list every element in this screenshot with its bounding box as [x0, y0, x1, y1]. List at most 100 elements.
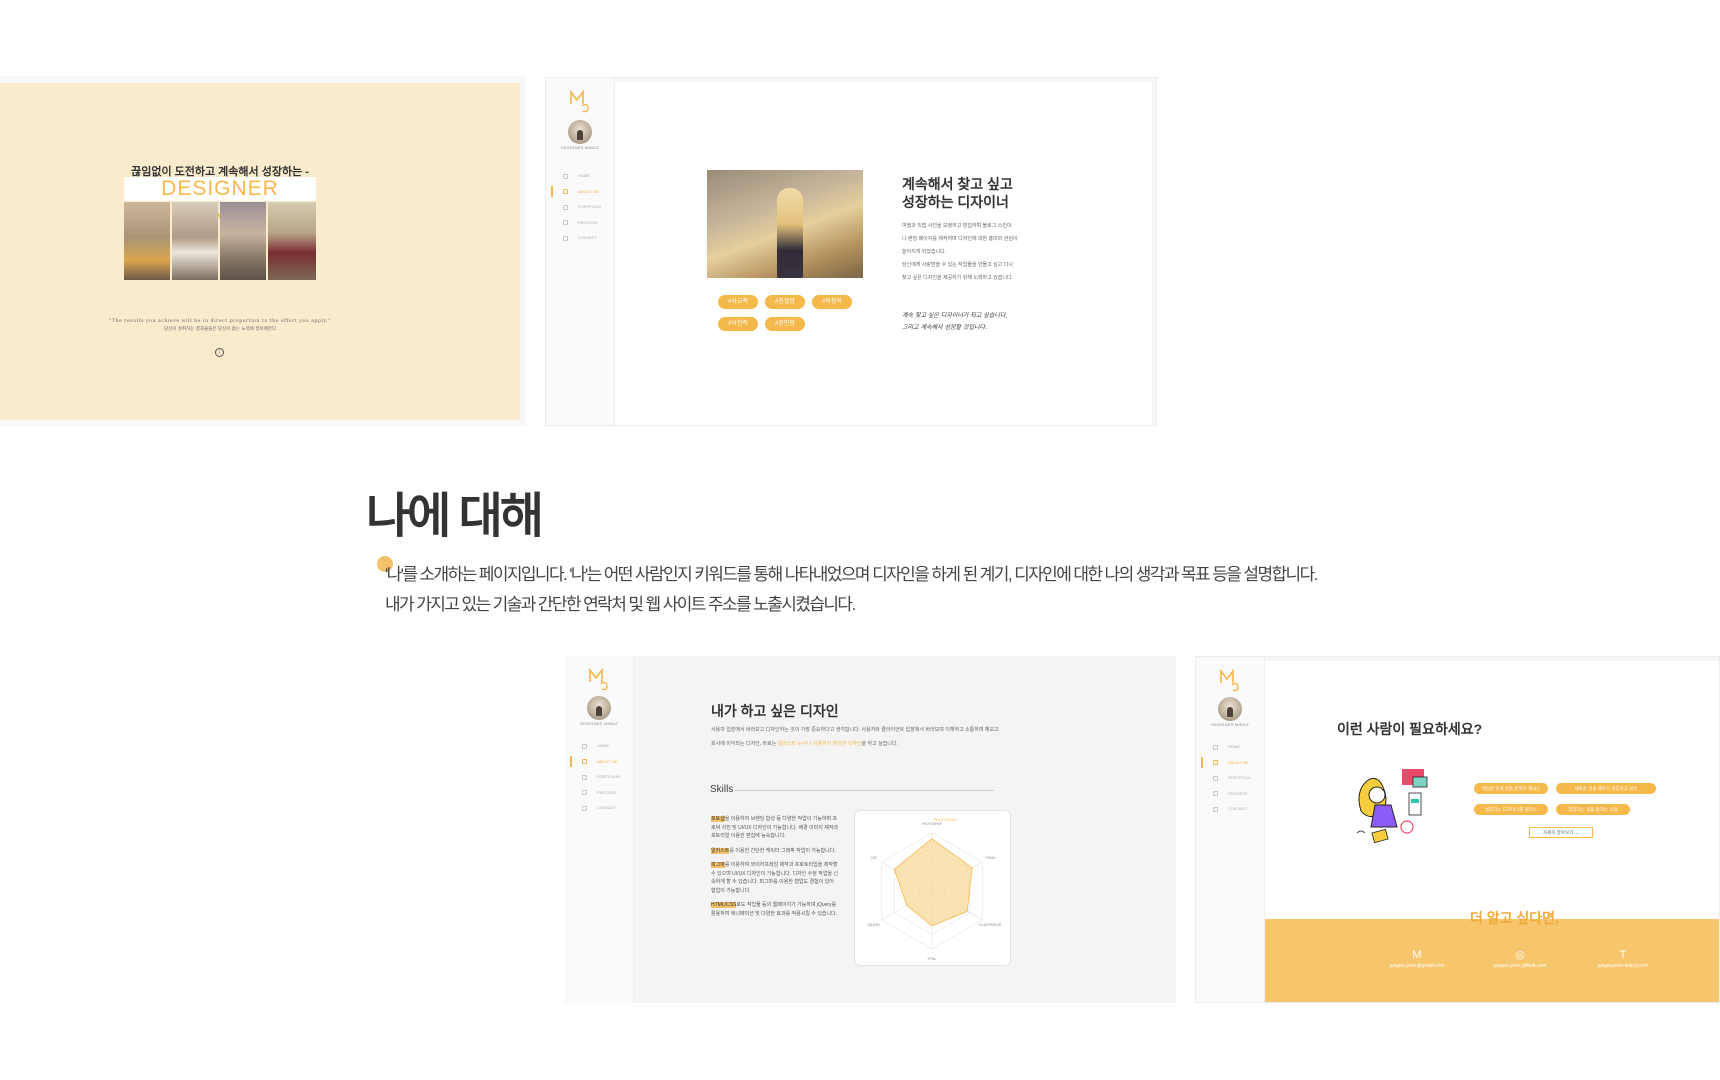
skill-text: 를 이용하여 와이어프레임 제작과 프로토타입을 제작할 수 있으며 UI/UX… [711, 862, 839, 894]
cover-panel: 끊임없이 도전하고 계속해서 성장하는 - DESIGNER MINGZ "Th… [0, 83, 520, 420]
contact-screen: DESIGNER MINGZ HOME ABOUT ME PORTFOLIO P… [1195, 656, 1720, 1003]
chat-icon [563, 204, 568, 210]
skill-name: 일러스트 [711, 847, 730, 854]
avatar [587, 696, 611, 720]
skill-text: 를 이용한 간단한 캐릭터 그래픽 작업이 가능합니다. [729, 847, 836, 854]
sidebar-item-label: CONTACT [578, 235, 598, 240]
about-title-line1: 계속해서 찾고 싶고 [902, 176, 1013, 192]
skill-item: 포토샵을 이용하여 브랜딩 합성 등 다양한 작업이 가능하며 프로덕 사진 및… [711, 815, 839, 841]
need-tag: 책임감 있게 일을 끝까지 해내는 [1474, 783, 1548, 794]
profile-photo-figure [777, 188, 803, 278]
design-desc-2-pre: 회사에 이익되는 디자인, 바로는 [711, 741, 778, 747]
contact-github[interactable]: ◎ jungsu-yoon.github.com [1465, 949, 1575, 969]
sidebar-item-process[interactable]: PROCESS [565, 785, 633, 801]
sidebar-item-label: PROCESS [597, 789, 617, 795]
sidebar-item-process[interactable]: PROCESS [546, 215, 614, 231]
sidebar-item-about[interactable]: ABOUT ME [565, 754, 633, 770]
sidebar-item-label: CONTACT [1228, 806, 1248, 811]
cover-brand: DESIGNER MINGZ [124, 177, 316, 224]
illustration [1356, 769, 1428, 844]
phone-icon [582, 805, 587, 811]
about-title-line2: 성장하는 디자이너 [902, 194, 1009, 210]
contact-tistory[interactable]: T jungsuyoon.tistory.com [1568, 949, 1678, 969]
contact-content: 이런 사람이 필요하세요? 책임감 있게 일을 끝까지 해내는 새로운 것을 배… [1265, 661, 1719, 1002]
signature-line1: 계속 찾고 싶은 디자이너가 되고 싶습니다, [902, 312, 1008, 319]
user-icon [563, 189, 568, 194]
cover-photo-3 [220, 202, 266, 280]
contact-mail[interactable]: M jungsu.yoon@gmail.com [1362, 949, 1472, 969]
cover-photo-4 [268, 202, 316, 280]
sidebar-item-contact[interactable]: CONTACT [546, 230, 614, 246]
design-desc-2: 회사에 이익되는 디자인, 바로는 일러스트 누구나 이용하기 편리한 디자인을… [711, 740, 898, 747]
profile-photo [707, 170, 863, 278]
user-icon [582, 759, 587, 764]
user-icon [1213, 760, 1218, 765]
grid-icon [1213, 791, 1218, 796]
radar-axis-label: PHOTOSHOP [922, 822, 942, 826]
sidebar-item-label: PORTFOLIO [597, 774, 621, 779]
sidebar-item-contact[interactable]: CONTACT [565, 800, 633, 816]
skills-title: Skills [710, 784, 734, 795]
mail-icon: M [1412, 949, 1422, 961]
logo-icon[interactable] [1218, 667, 1242, 693]
radar-axis-label: HTML [928, 957, 937, 961]
about-paragraph-line: 높아지게 되었습니다. [902, 249, 947, 255]
logo-icon[interactable] [568, 88, 592, 114]
about-content: #사교적 #친절함 #독창적 #낙천적 #완만함 계속해서 찾고 싶고 성장하는… [615, 82, 1152, 425]
contact-title: 이런 사람이 필요하세요? [1337, 721, 1483, 737]
sidebar-item-home[interactable]: HOME [565, 738, 633, 754]
cover-screen: 끊임없이 도전하고 계속해서 성장하는 - DESIGNER MINGZ "Th… [0, 76, 526, 426]
sidebar: DESIGNER MINGZ HOME ABOUT ME PORTFOLIO P… [546, 78, 615, 425]
sidebar-item-portfolio[interactable]: PORTFOLIO [546, 199, 614, 215]
sidebar-nav: HOME ABOUT ME PORTFOLIO PROCESS CONTACT [1196, 739, 1264, 817]
chat-icon [1213, 775, 1218, 781]
skill-item: 일러스트를 이용한 간단한 캐릭터 그래픽 작업이 가능합니다. [711, 847, 839, 856]
design-screen: DESIGNER MINGZ HOME ABOUT ME PORTFOLIO P… [565, 656, 1176, 1003]
more-button[interactable]: 자세히 알아보기 → [1529, 827, 1593, 838]
cover-photo-1 [124, 202, 170, 280]
phone-icon [563, 235, 568, 241]
skill-item: HTML/CSS로도 작업물 등의 웹페이지가 가능하며 jQuery를 활용하… [711, 901, 839, 918]
need-tag: 성장하는 디자이너를 원하는 [1474, 804, 1548, 815]
sidebar-item-about[interactable]: ABOUT ME [1196, 755, 1264, 771]
sidebar-item-portfolio[interactable]: PORTFOLIO [565, 769, 633, 785]
keyword-pill: #친절함 [765, 295, 805, 309]
contact-text: jungsu-yoon.github.com [1493, 963, 1547, 969]
design-content: 내가 하고 싶은 디자인 사용자 입장에서 바라보고 디자인하는 것이 가장 중… [634, 656, 1176, 1003]
design-desc-1: 사용자 입장에서 바라보고 디자인하는 것이 가장 중요하다고 생각합니다. 사… [711, 727, 999, 733]
sidebar-item-contact[interactable]: CONTACT [1196, 801, 1264, 817]
sidebar-item-portfolio[interactable]: PORTFOLIO [1196, 770, 1264, 786]
sidebar-item-home[interactable]: HOME [546, 168, 614, 184]
keyword-pill: #완만함 [765, 317, 805, 331]
design-desc-2-post: 을 하고 싶습니다. [861, 741, 898, 747]
contact-text: jungsu.yoon@gmail.com [1389, 963, 1445, 969]
radar-axis-label: ILLUSTRATOR [979, 923, 1001, 927]
sidebar-item-label: PORTFOLIO [578, 204, 602, 209]
design-title: 내가 하고 싶은 디자인 [711, 703, 839, 719]
skills-list: 포토샵을 이용하여 브랜딩 합성 등 다양한 작업이 가능하며 프로덕 사진 및… [711, 815, 839, 924]
radar-series [893, 838, 973, 927]
about-paragraph-line: 나 랜딩 페이지를 제작하며 디자인에 대한 흥미와 관심이 [902, 236, 1018, 242]
sidebar-item-process[interactable]: PROCESS [1196, 786, 1264, 802]
home-icon [563, 173, 568, 179]
about-paragraphs: 여행과 직접 사진을 보정하고 편집하며 블로그 스킨이 나 랜딩 페이지를 제… [902, 220, 1032, 285]
home-icon [1213, 744, 1218, 750]
need-tag: 새로운 것을 배우고 성장하고 싶은 [1556, 783, 1656, 794]
section-desc-line2: 내가 가지고 있는 기술과 간단한 연락처 및 웹 사이트 주소를 노출시켰습니… [385, 595, 856, 614]
cover-quote-ko: 당신이 성취하는 결과물들은 당신이 쏟는 노력에 정비례한다 [163, 327, 277, 332]
home-icon [582, 743, 587, 749]
sidebar-item-about[interactable]: ABOUT ME [546, 184, 614, 200]
skill-item: 피그마를 이용하여 와이어프레임 제작과 프로토타입을 제작할 수 있으며 UI… [711, 861, 839, 895]
logo-icon[interactable] [587, 666, 611, 692]
signature-line2: 그리고 계속해서 성장할 것입니다. [902, 324, 987, 331]
avatar [568, 120, 592, 144]
skill-name: 포토샵 [711, 816, 725, 822]
skill-text: 을 이용하여 브랜딩 합성 등 다양한 작업이 가능하며 프로덕 사진 및 UI… [711, 816, 839, 839]
arrow-down-circle-icon[interactable]: ↓ [215, 348, 224, 357]
section-title: 나에 대해 [366, 490, 544, 543]
sidebar-item-home[interactable]: HOME [1196, 739, 1264, 755]
sidebar-item-label: ABOUT ME [578, 188, 599, 194]
need-tag: 협업하는 일을 잘하는 사람 [1556, 804, 1630, 815]
about-paragraph-line: 찾고 싶은 디자인을 제공하기 위해 노력하고 있습니다. [902, 275, 1013, 281]
sidebar-item-label: PORTFOLIO [1228, 775, 1252, 780]
